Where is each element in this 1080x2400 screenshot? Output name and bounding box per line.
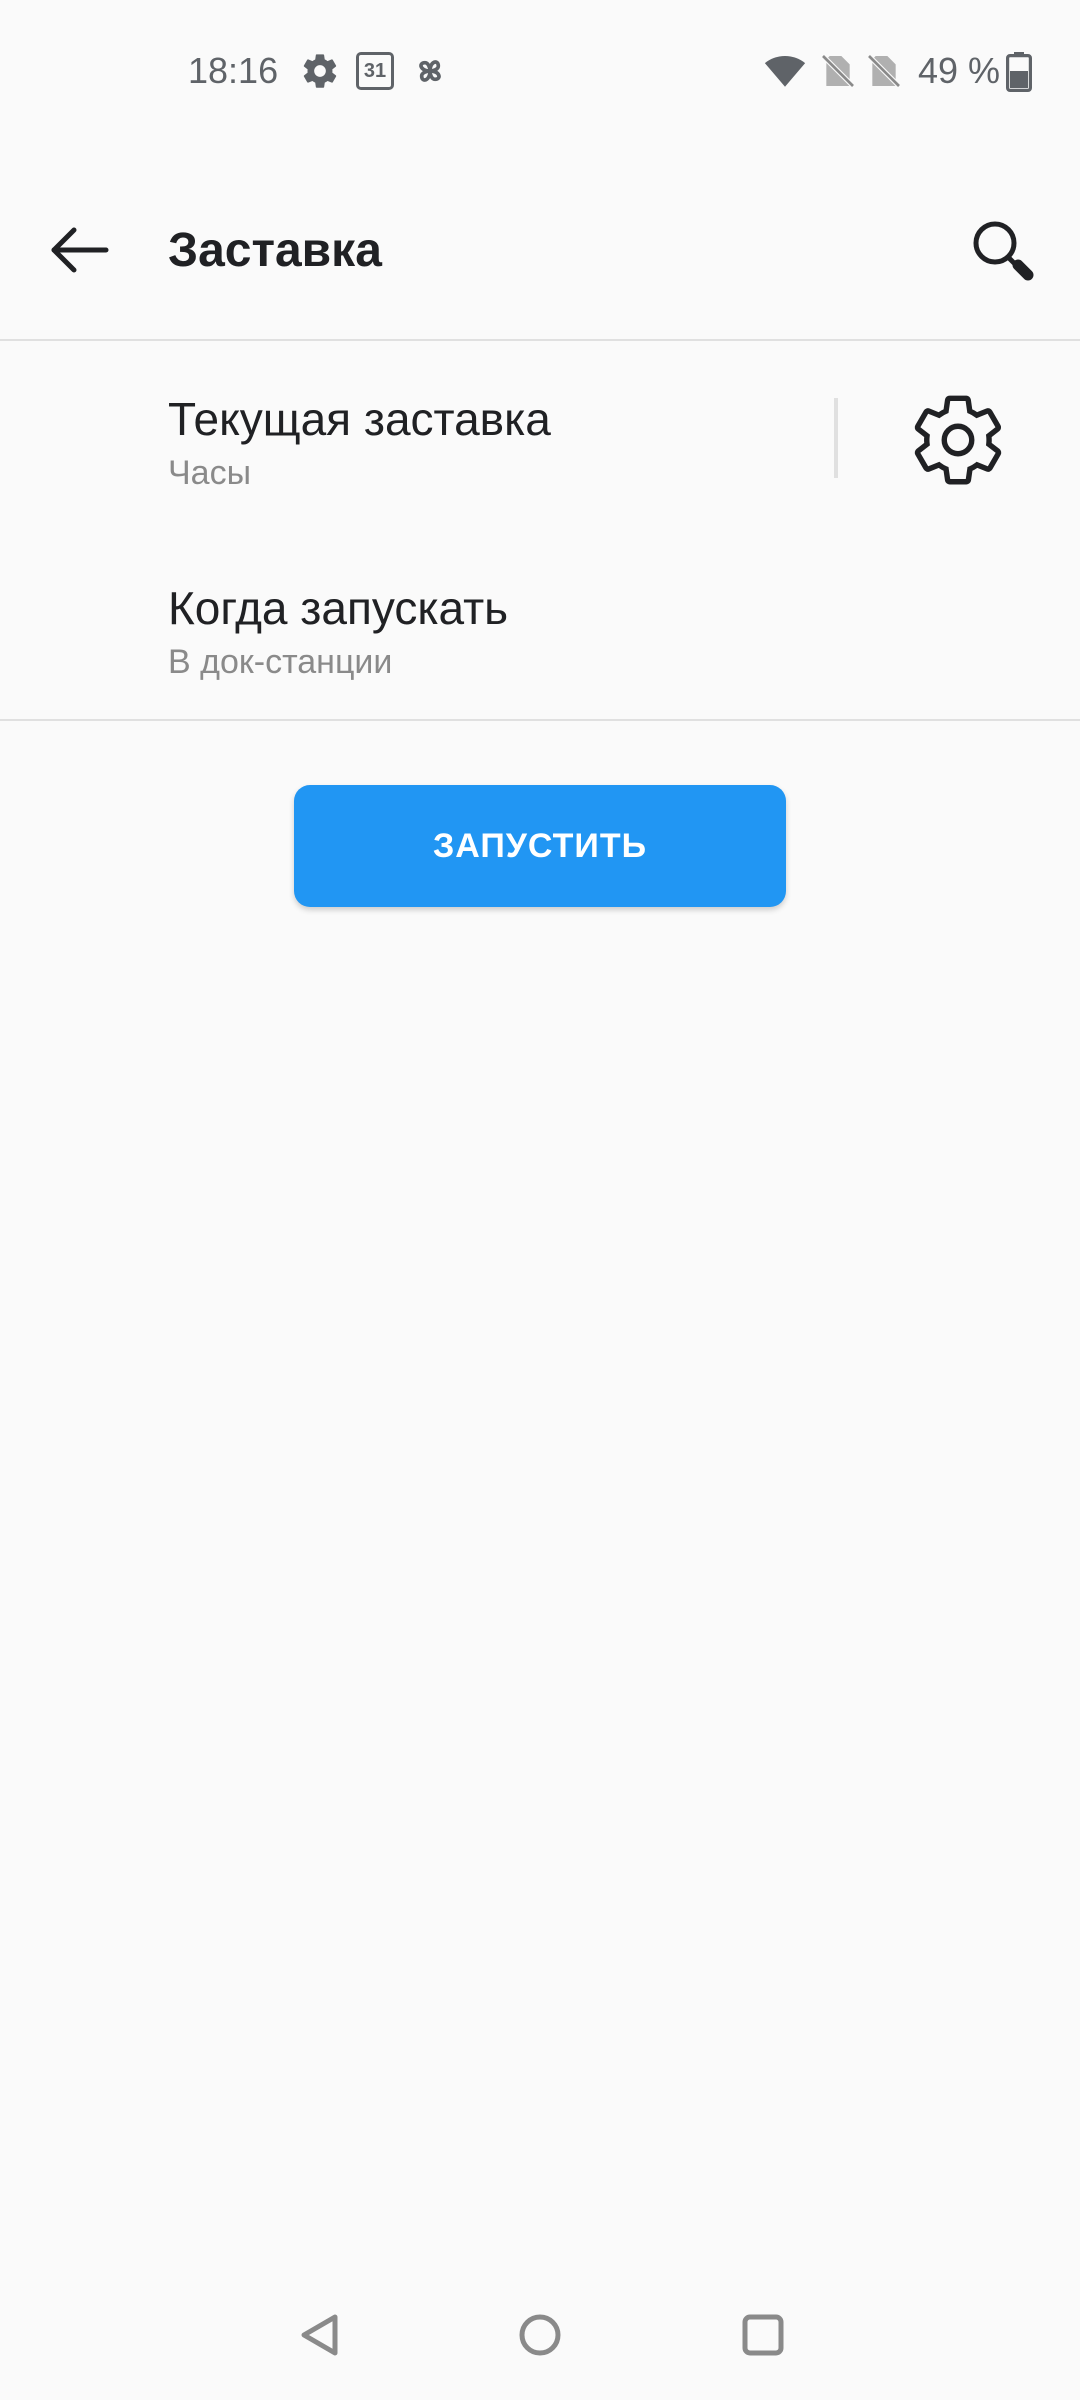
nav-back-button[interactable] [275,2290,365,2380]
pref-title: Когда запускать [168,582,509,634]
start-now-button[interactable]: ЗАПУСТИТЬ [294,785,786,907]
back-triangle-icon [301,2314,338,2356]
recents-square-icon [742,2314,784,2356]
arrow-left-icon [51,227,109,273]
section-divider [0,719,1080,721]
screensaver-settings-button[interactable] [908,390,1008,490]
battery-percent: 49 % [918,50,1001,91]
battery-icon [1006,52,1032,92]
pinwheel-icon [419,60,441,82]
calendar-icon: 31 [356,52,394,90]
pref-summary: В док-станции [168,643,393,681]
gear-icon [914,395,1002,485]
pref-summary: Часы [168,454,252,492]
search-button[interactable] [950,200,1060,310]
pref-when-to-start[interactable]: Когда запускать В док-станции [0,531,1080,719]
page-title: Заставка [168,224,382,277]
back-button[interactable] [30,210,130,310]
search-icon [973,221,1034,281]
nav-home-button[interactable] [495,2290,585,2380]
pref-title: Текущая заставка [168,393,551,445]
gear-icon [303,54,337,88]
calendar-day: 31 [363,60,387,82]
nav-recents-button[interactable] [718,2290,808,2380]
status-bar: 18:16 31 49 % [0,0,1080,140]
item-separator [834,398,838,478]
no-sim-icon [821,54,855,88]
status-time: 18:16 [188,50,279,91]
app-bar [0,140,1080,340]
no-sim-icon [867,54,901,88]
wifi-icon [764,55,806,87]
home-circle-icon [519,2314,561,2356]
